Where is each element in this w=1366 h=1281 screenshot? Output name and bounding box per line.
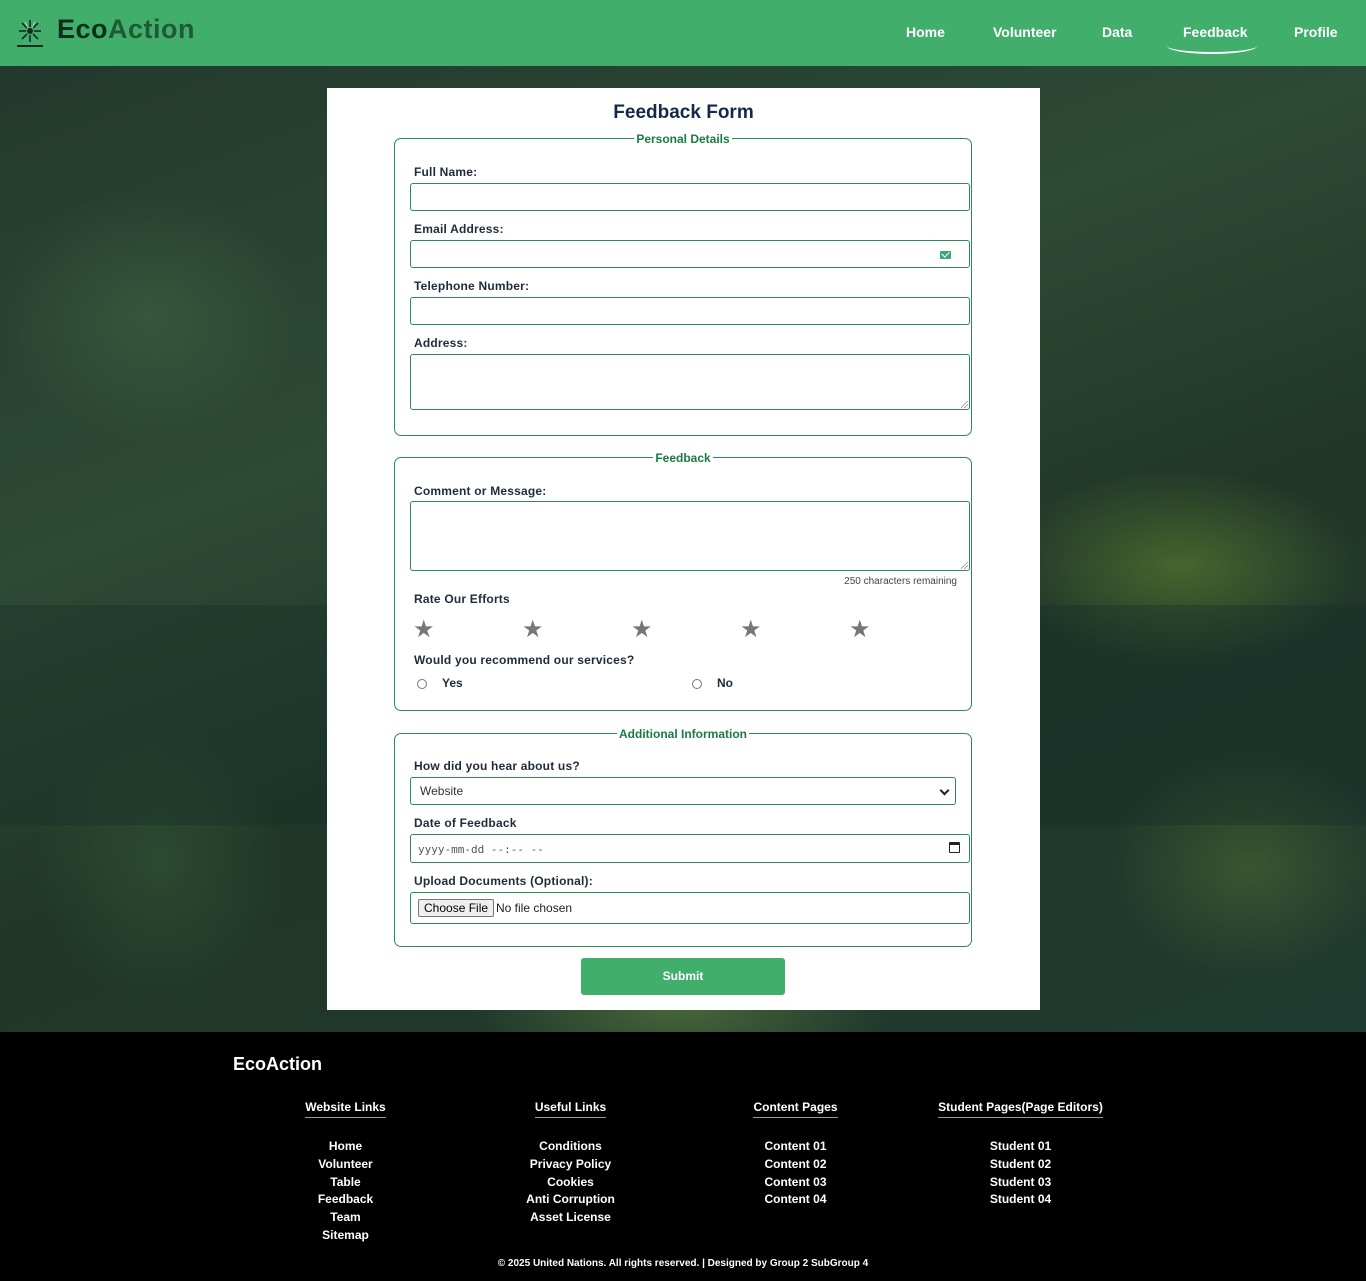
nav-link-profile[interactable]: Profile bbox=[1294, 24, 1338, 40]
date-input[interactable]: yyyy-mm-dd --:-- -- bbox=[410, 834, 970, 863]
hear-about-selected-value: Website bbox=[420, 784, 464, 798]
footer: EcoAction Website Links Home Volunteer T… bbox=[0, 1032, 1366, 1281]
resize-handle-icon[interactable] bbox=[961, 401, 968, 408]
comment-label: Comment or Message: bbox=[414, 484, 547, 498]
footer-heading: Website Links bbox=[305, 1100, 386, 1118]
rating-star-5-icon[interactable]: ★ bbox=[849, 618, 871, 642]
footer-link-content-03[interactable]: Content 03 bbox=[683, 1174, 908, 1192]
recommend-label: Would you recommend our services? bbox=[414, 653, 635, 667]
footer-link-asset-license[interactable]: Asset License bbox=[458, 1209, 683, 1227]
date-label: Date of Feedback bbox=[414, 816, 517, 830]
personal-details-legend: Personal Details bbox=[634, 132, 732, 146]
date-placeholder: yyyy-mm-dd --:-- -- bbox=[418, 843, 544, 856]
rate-label: Rate Our Efforts bbox=[414, 592, 510, 606]
footer-link-content-04[interactable]: Content 04 bbox=[683, 1191, 908, 1209]
choose-file-button[interactable]: Choose File bbox=[418, 899, 495, 917]
nav-link-data[interactable]: Data bbox=[1102, 24, 1132, 40]
recommend-no-radio[interactable] bbox=[692, 679, 702, 689]
hear-about-label: How did you hear about us? bbox=[414, 759, 580, 773]
calendar-icon[interactable] bbox=[949, 842, 960, 853]
form-title: Feedback Form bbox=[613, 102, 754, 123]
footer-column-student-pages: Student Pages(Page Editors) Student 01 S… bbox=[908, 1098, 1133, 1209]
recommend-yes-label[interactable]: Yes bbox=[442, 676, 463, 690]
submit-button[interactable]: Submit bbox=[581, 958, 785, 995]
nav-active-indicator bbox=[1167, 38, 1257, 54]
full-name-input[interactable] bbox=[410, 183, 970, 211]
footer-link-student-01[interactable]: Student 01 bbox=[908, 1138, 1133, 1156]
file-upload-input[interactable]: Choose File No file chosen bbox=[410, 892, 970, 924]
additional-info-fieldset: Additional Information How did you hear … bbox=[394, 727, 972, 947]
footer-column-content-pages: Content Pages Content 01 Content 02 Cont… bbox=[683, 1098, 908, 1209]
rating-star-2-icon[interactable]: ★ bbox=[522, 618, 544, 642]
recommend-no-label[interactable]: No bbox=[717, 676, 733, 690]
footer-heading: Student Pages(Page Editors) bbox=[938, 1100, 1103, 1118]
file-status: No file chosen bbox=[496, 901, 573, 915]
recommend-yes-radio[interactable] bbox=[417, 679, 427, 689]
footer-link-content-02[interactable]: Content 02 bbox=[683, 1156, 908, 1174]
footer-link-student-02[interactable]: Student 02 bbox=[908, 1156, 1133, 1174]
footer-brand: EcoAction bbox=[233, 1054, 323, 1074]
comment-textarea[interactable] bbox=[410, 501, 970, 571]
footer-column-website-links: Website Links Home Volunteer Table Feedb… bbox=[233, 1098, 458, 1245]
copyright-text: © 2025 United Nations. All rights reserv… bbox=[497, 1258, 869, 1269]
rating-star-3-icon[interactable]: ★ bbox=[631, 618, 653, 642]
address-label: Address: bbox=[414, 336, 468, 350]
footer-heading: Content Pages bbox=[753, 1100, 838, 1118]
footer-heading: Useful Links bbox=[534, 1100, 607, 1118]
footer-link-anti-corruption[interactable]: Anti Corruption bbox=[458, 1191, 683, 1209]
chevron-down-icon bbox=[939, 785, 950, 796]
full-name-label: Full Name: bbox=[414, 165, 478, 179]
hear-about-select[interactable]: Website bbox=[410, 777, 956, 805]
footer-link-sitemap[interactable]: Sitemap bbox=[233, 1227, 458, 1245]
footer-link-volunteer[interactable]: Volunteer bbox=[233, 1156, 458, 1174]
footer-link-privacy-policy[interactable]: Privacy Policy bbox=[458, 1156, 683, 1174]
footer-link-team[interactable]: Team bbox=[233, 1209, 458, 1227]
nav-link-home[interactable]: Home bbox=[906, 24, 945, 40]
footer-link-cookies[interactable]: Cookies bbox=[458, 1174, 683, 1192]
upload-label: Upload Documents (Optional): bbox=[414, 874, 593, 888]
footer-link-student-04[interactable]: Student 04 bbox=[908, 1191, 1133, 1209]
footer-column-useful-links: Useful Links Conditions Privacy Policy C… bbox=[458, 1098, 683, 1227]
email-input[interactable] bbox=[410, 240, 970, 268]
address-textarea[interactable] bbox=[410, 354, 970, 410]
feedback-form-card: Feedback Form Personal Details Full Name… bbox=[327, 88, 1040, 1010]
footer-link-content-01[interactable]: Content 01 bbox=[683, 1138, 908, 1156]
phone-label: Telephone Number: bbox=[414, 279, 530, 293]
footer-link-feedback[interactable]: Feedback bbox=[233, 1191, 458, 1209]
footer-link-student-03[interactable]: Student 03 bbox=[908, 1174, 1133, 1192]
personal-details-fieldset: Personal Details Full Name: Email Addres… bbox=[394, 132, 972, 436]
rating-star-4-icon[interactable]: ★ bbox=[740, 618, 762, 642]
brand-part-1: Eco bbox=[57, 14, 109, 44]
feedback-fieldset: Feedback Comment or Message: 250 charact… bbox=[394, 451, 972, 711]
additional-info-legend: Additional Information bbox=[617, 727, 749, 741]
mail-icon bbox=[940, 251, 951, 259]
logo-icon[interactable] bbox=[14, 18, 46, 50]
nav-link-volunteer[interactable]: Volunteer bbox=[993, 24, 1057, 40]
footer-link-conditions[interactable]: Conditions bbox=[458, 1138, 683, 1156]
navbar: EcoAction Home Volunteer Data Feedback P… bbox=[0, 0, 1366, 66]
phone-input[interactable] bbox=[410, 297, 970, 325]
footer-link-table[interactable]: Table bbox=[233, 1174, 458, 1192]
resize-handle-icon[interactable] bbox=[961, 562, 968, 569]
characters-remaining: 250 characters remaining bbox=[844, 576, 957, 587]
brand-part-2: Action bbox=[108, 14, 196, 44]
brand-logo-text[interactable]: EcoAction bbox=[57, 14, 195, 45]
footer-link-home[interactable]: Home bbox=[233, 1138, 458, 1156]
rating-star-1-icon[interactable]: ★ bbox=[413, 618, 435, 642]
feedback-legend: Feedback bbox=[653, 451, 713, 465]
email-label: Email Address: bbox=[414, 222, 504, 236]
